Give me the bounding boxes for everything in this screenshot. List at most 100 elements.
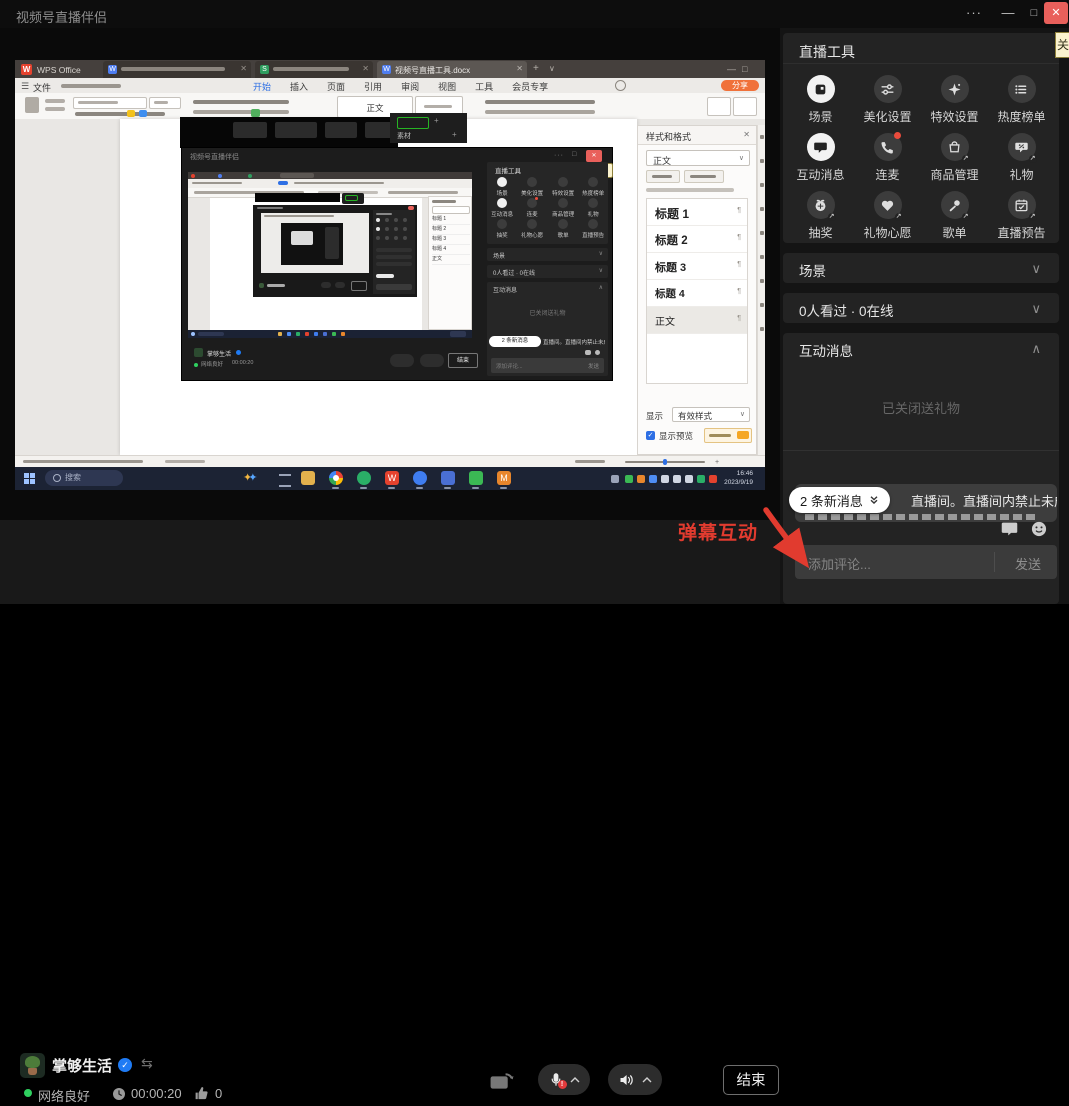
tool-interact-message[interactable]: 互动消息 [787, 123, 854, 181]
tab-close-icon[interactable]: ✕ [362, 64, 369, 73]
wps-sheet-tab[interactable]: S ✕ [255, 61, 373, 78]
tray-icon[interactable] [685, 475, 693, 483]
tab-close-icon[interactable]: ✕ [516, 64, 523, 73]
start-button-icon[interactable] [24, 473, 35, 484]
explorer-icon[interactable] [301, 471, 315, 485]
tray-icon[interactable] [697, 475, 705, 483]
strip-icon[interactable] [760, 255, 764, 259]
tray-icon[interactable] [649, 475, 657, 483]
tray-icon[interactable] [625, 475, 633, 483]
strip-icon[interactable] [760, 303, 764, 307]
panel-close-icon[interactable]: ✕ [743, 130, 750, 139]
streamer-avatar[interactable] [20, 1053, 45, 1078]
tool-goods[interactable]: ↗商品管理 [921, 123, 988, 181]
limited-free-button[interactable] [704, 428, 752, 443]
hamburger-icon[interactable]: ☰ [21, 81, 29, 92]
end-stream-button[interactable]: 结束 [723, 1065, 779, 1095]
decor [198, 332, 224, 336]
maximize-icon[interactable]: □ [1022, 4, 1046, 24]
zoom-plus-icon[interactable]: + [715, 459, 719, 466]
scene-section-bar[interactable]: 场景 ∨ [783, 253, 1059, 283]
minimize-icon[interactable]: — [996, 4, 1020, 24]
wps-active-doc-tab[interactable]: W 视频号直播工具.docx ✕ [377, 61, 527, 78]
tray-icon[interactable] [661, 475, 669, 483]
wechat-icon[interactable] [357, 471, 371, 485]
decor [1032, 522, 1046, 536]
tool-beauty[interactable]: 美化设置 [854, 65, 921, 123]
font-color-icon[interactable] [139, 110, 147, 117]
font-size-box[interactable] [149, 97, 181, 109]
wps-doc-tab[interactable]: W ✕ [103, 61, 251, 78]
tool-co-stream[interactable]: 连麦 [854, 123, 921, 181]
taskbar-clock[interactable]: 16:46 2023/9/19 [724, 469, 753, 487]
comment-panel-icon[interactable] [1001, 521, 1018, 536]
switch-account-icon[interactable]: ⇆ [141, 1055, 153, 1072]
copilot-icon[interactable]: ✦✦ [243, 471, 257, 484]
paste-icon[interactable] [25, 97, 39, 113]
current-style-dropdown[interactable]: 正文 ∨ [646, 150, 750, 166]
close-icon[interactable]: ✕ [1044, 2, 1068, 24]
chevron-up-icon[interactable]: ∧ [1031, 341, 1041, 357]
tool-gift[interactable]: ↗礼物 [988, 123, 1055, 181]
tool-song-list[interactable]: ↗歌单 [921, 181, 988, 239]
tool-ranking[interactable]: 热度榜单 [988, 65, 1055, 123]
ribbon-tool-box[interactable] [733, 97, 757, 116]
tray-icon[interactable] [637, 475, 645, 483]
font-name-box[interactable] [73, 97, 147, 109]
tool-live-notice[interactable]: ↗直播预告 [988, 181, 1055, 239]
thumbs-up-icon[interactable] [194, 1086, 209, 1101]
strip-icon[interactable] [760, 231, 764, 235]
style-item[interactable]: 标题 3¶ [647, 253, 747, 280]
speaker-button[interactable] [608, 1064, 662, 1095]
chrome-icon[interactable] [329, 471, 343, 485]
chevron-up-icon[interactable] [642, 1077, 652, 1083]
mic-button[interactable]: ! [538, 1064, 590, 1095]
style-item[interactable]: 正文¶ [647, 307, 747, 334]
camera-flip-icon[interactable] [488, 1070, 516, 1090]
tab-list-icon[interactable]: ∨ [549, 64, 555, 73]
notes-icon[interactable] [469, 471, 483, 485]
share-button[interactable]: 分享 [721, 80, 759, 91]
tool-effects[interactable]: 特效设置 [921, 65, 988, 123]
tool-lottery[interactable]: ↗抽奖 [787, 181, 854, 239]
m-app-icon[interactable]: M [497, 471, 511, 485]
decor [450, 331, 466, 337]
wps-icon[interactable]: W [385, 471, 399, 485]
show-dropdown[interactable]: 有效样式 ∨ [672, 407, 750, 422]
edge-icon[interactable] [413, 471, 427, 485]
strip-icon[interactable] [760, 135, 764, 139]
send-button[interactable]: 发送 [1015, 554, 1041, 573]
style-item[interactable]: 标题 2¶ [647, 226, 747, 253]
strip-icon[interactable] [760, 207, 764, 211]
new-messages-pill[interactable]: 2 条新消息 [789, 487, 890, 513]
new-style-button[interactable] [646, 170, 680, 183]
tray-icon[interactable] [673, 475, 681, 483]
shading-icon[interactable] [251, 109, 260, 117]
tool-gift-wish[interactable]: ↗礼物心愿 [854, 181, 921, 239]
chevron-up-icon[interactable] [570, 1077, 580, 1083]
audience-section-bar[interactable]: 0人看过 · 0在线 ∨ [783, 293, 1059, 323]
emoji-icon[interactable] [1031, 521, 1047, 537]
task-view-icon[interactable] [279, 474, 291, 487]
tray-icon[interactable] [709, 475, 717, 483]
app-icon[interactable] [441, 471, 455, 485]
style-item[interactable]: 标题 4¶ [647, 280, 747, 307]
strip-icon[interactable] [760, 183, 764, 187]
preview-checkbox[interactable]: ✓ [646, 431, 655, 440]
clear-format-button[interactable] [684, 170, 724, 183]
comment-input[interactable]: 添加评论... 发送 [795, 545, 1057, 579]
tab-close-icon[interactable]: ✕ [240, 64, 247, 73]
style-item[interactable]: 标题 1¶ [647, 199, 747, 226]
new-tab-icon[interactable]: + [533, 63, 539, 74]
wps-window-controls[interactable]: —□ [727, 64, 753, 74]
search-icon[interactable] [615, 80, 626, 91]
highlight-color-icon[interactable] [127, 110, 135, 117]
strip-icon[interactable] [760, 327, 764, 331]
strip-icon[interactable] [760, 279, 764, 283]
strip-icon[interactable] [760, 159, 764, 163]
tool-scene[interactable]: 场景 [787, 65, 854, 123]
more-menu-icon[interactable]: ··· [962, 4, 986, 24]
taskbar-search[interactable]: 搜索 [45, 470, 123, 486]
tray-icon[interactable] [611, 475, 619, 483]
ribbon-tool-box[interactable] [707, 97, 731, 116]
